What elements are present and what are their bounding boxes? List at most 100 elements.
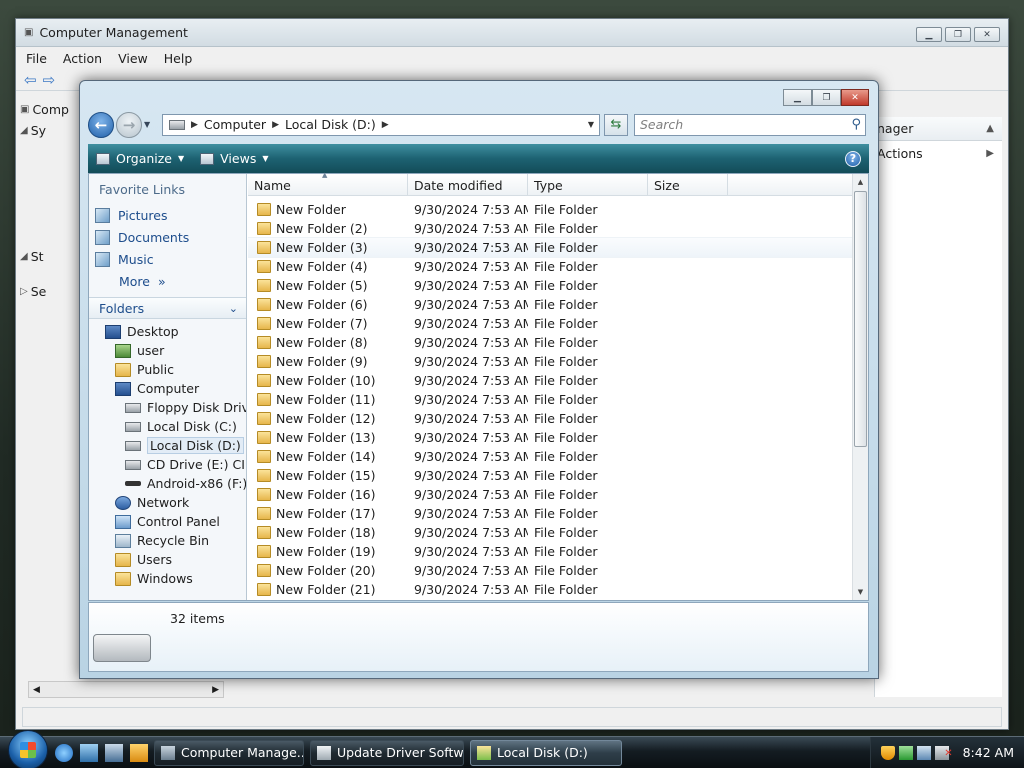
folder-tree-item[interactable]: Recycle Bin — [89, 531, 246, 550]
file-row[interactable]: New Folder (6) 9/30/2024 7:53 AM File Fold… — [248, 295, 852, 314]
file-row[interactable]: New Folder (16) 9/30/2024 7:53 AM File Fol… — [248, 485, 852, 504]
search-input[interactable]: Search ⚲ — [634, 113, 866, 136]
network-icon[interactable] — [916, 745, 931, 760]
breadcrumb-separator-icon[interactable]: ▶ — [272, 120, 279, 130]
views-button[interactable]: Views ▼ — [200, 151, 269, 166]
file-row[interactable]: New Folder (18) 9/30/2024 7:53 AM File Fol… — [248, 523, 852, 542]
switch-windows-icon[interactable] — [105, 743, 123, 762]
column-header-date-modified[interactable]: Date modified — [408, 174, 528, 196]
scroll-left-icon[interactable]: ◀ — [33, 685, 40, 695]
start-button[interactable] — [8, 729, 48, 768]
folder-tree-item[interactable]: Local Disk (C:) — [89, 417, 246, 436]
favorite-pictures[interactable]: Pictures — [89, 204, 246, 226]
folder-tree-item[interactable]: Floppy Disk Drive — [89, 398, 246, 417]
favorite-more[interactable]: More » — [89, 270, 246, 292]
cm-tree-item[interactable]: ◢ Sy — [20, 120, 84, 141]
column-header-size[interactable]: Size — [648, 174, 728, 196]
file-row[interactable]: New Folder (3) 9/30/2024 7:53 AM File Fold… — [248, 237, 852, 258]
breadcrumb-separator-icon[interactable]: ▶ — [191, 120, 198, 130]
file-row[interactable]: New Folder (14) 9/30/2024 7:53 AM File Fol… — [248, 447, 852, 466]
scroll-right-icon[interactable]: ▶ — [212, 685, 219, 695]
file-row[interactable]: New Folder (20) 9/30/2024 7:53 AM File Fol… — [248, 561, 852, 580]
file-row[interactable]: New Folder 9/30/2024 7:53 AM File Folder — [248, 200, 852, 219]
folder-tree-item[interactable]: CD Drive (E:) CIRR — [89, 455, 246, 474]
file-row[interactable]: New Folder (15) 9/30/2024 7:53 AM File Fol… — [248, 466, 852, 485]
clock[interactable]: 8:42 AM — [963, 745, 1014, 760]
folder-tree-item[interactable]: Local Disk (D:) — [89, 436, 246, 455]
file-row[interactable]: New Folder (12) 9/30/2024 7:53 AM File Fol… — [248, 409, 852, 428]
folder-tree-item[interactable]: Public — [89, 360, 246, 379]
file-row[interactable]: New Folder (17) 9/30/2024 7:53 AM File Fol… — [248, 504, 852, 523]
breadcrumb-computer[interactable]: Computer — [204, 117, 266, 132]
cm-minimize-button[interactable]: ▁ — [916, 27, 942, 42]
cm-tree-item[interactable]: ▣ Comp — [20, 99, 84, 120]
maximize-button[interactable]: ❐ — [812, 89, 841, 106]
folder-tree-item[interactable]: Network — [89, 493, 246, 512]
cm-close-button[interactable]: ✕ — [974, 27, 1000, 42]
file-row[interactable]: New Folder (21) 9/30/2024 7:53 AM File Fol… — [248, 580, 852, 599]
breadcrumb-separator-icon[interactable]: ▶ — [382, 120, 389, 130]
file-row[interactable]: New Folder (5) 9/30/2024 7:53 AM File Fold… — [248, 276, 852, 295]
cm-tree-item[interactable]: ▷ Se — [20, 281, 84, 302]
column-header-type[interactable]: Type — [528, 174, 648, 196]
status-check-icon[interactable] — [898, 745, 913, 760]
folder-tree-item[interactable]: Control Panel — [89, 512, 246, 531]
show-desktop-icon[interactable] — [80, 743, 98, 762]
file-row[interactable]: New Folder (7) 9/30/2024 7:53 AM File Fold… — [248, 314, 852, 333]
file-row[interactable]: New Folder (2) 9/30/2024 7:53 AM File Fold… — [248, 219, 852, 238]
scrollbar-thumb[interactable] — [854, 191, 867, 447]
folder-tree-item[interactable]: Users — [89, 550, 246, 569]
favorite-documents[interactable]: Documents — [89, 226, 246, 248]
folder-tree-item[interactable]: user — [89, 341, 246, 360]
help-icon[interactable]: ? — [845, 150, 861, 167]
file-row[interactable]: New Folder (8) 9/30/2024 7:53 AM File Fold… — [248, 333, 852, 352]
cm-horizontal-scrollbar[interactable]: ◀ ▶ — [28, 681, 224, 698]
volume-muted-icon[interactable] — [934, 745, 953, 760]
scroll-up-icon[interactable]: ▲ — [853, 174, 868, 190]
minimize-button[interactable]: ▁ — [783, 89, 812, 106]
explorer-window[interactable]: ▁ ❐ ✕ ← → ▼ ▶ Computer ▶ Local Disk (D:)… — [79, 80, 879, 679]
cm-menu-view[interactable]: View — [118, 51, 148, 66]
security-shield-icon[interactable] — [880, 745, 895, 760]
address-bar[interactable]: ▶ Computer ▶ Local Disk (D:) ▶ ▼ — [162, 113, 600, 136]
taskbar-button-computer-management[interactable]: Computer Manage... — [154, 739, 304, 766]
cm-menu-file[interactable]: File — [26, 51, 47, 66]
file-row[interactable]: New Folder (4) 9/30/2024 7:53 AM File Fold… — [248, 257, 852, 276]
address-dropdown-icon[interactable]: ▼ — [583, 120, 599, 129]
folders-header[interactable]: Folders ⌄ — [89, 297, 246, 319]
cm-maximize-button[interactable]: ❐ — [945, 27, 971, 42]
cm-actions-header[interactable]: nager ▲ — [875, 117, 1002, 141]
cm-back-icon[interactable]: ⇦ — [24, 71, 37, 89]
cm-forward-icon[interactable]: ⇨ — [43, 71, 56, 89]
cm-menu-help[interactable]: Help — [164, 51, 193, 66]
column-header-name[interactable]: ▲ Name — [248, 171, 408, 196]
cm-menu-action[interactable]: Action — [63, 51, 102, 66]
file-row[interactable]: New Folder (19) 9/30/2024 7:53 AM File Fol… — [248, 542, 852, 561]
taskbar-button-local-disk[interactable]: Local Disk (D:) — [470, 739, 622, 766]
file-row[interactable]: New Folder (11) 9/30/2024 7:53 AM File Fol… — [248, 390, 852, 409]
forward-button[interactable]: → — [116, 111, 142, 138]
cm-more-actions[interactable]: Actions ▶ — [875, 141, 1002, 165]
folder-tree-item[interactable]: Desktop — [89, 322, 246, 341]
organize-button[interactable]: Organize ▼ — [96, 151, 184, 166]
close-button[interactable]: ✕ — [841, 89, 869, 106]
vertical-scrollbar[interactable]: ▲ ▼ — [852, 174, 868, 600]
internet-explorer-icon[interactable] — [55, 743, 73, 762]
cm-tree-item[interactable]: ◢ St — [20, 246, 84, 267]
media-player-icon[interactable] — [130, 743, 148, 762]
file-row[interactable]: New Folder (10) 9/30/2024 7:53 AM File Fol… — [248, 371, 852, 390]
taskbar-button-update-driver[interactable]: Update Driver Softw... — [310, 739, 464, 766]
refresh-button[interactable]: ⇆ — [604, 113, 628, 136]
file-row[interactable]: New Folder (9) 9/30/2024 7:53 AM File Fold… — [248, 352, 852, 371]
breadcrumb-local-disk[interactable]: Local Disk (D:) — [285, 117, 376, 132]
folder-tree-item[interactable]: Windows — [89, 569, 246, 588]
folder-tree-item[interactable]: Computer — [89, 379, 246, 398]
scroll-down-icon[interactable]: ▼ — [853, 584, 868, 600]
search-icon[interactable]: ⚲ — [851, 117, 861, 132]
favorite-music[interactable]: Music — [89, 248, 246, 270]
back-button[interactable]: ← — [88, 111, 114, 138]
recent-pages-dropdown[interactable]: ▼ — [144, 120, 156, 129]
cm-titlebar[interactable]: ▣ Computer Management ▁ ❐ ✕ — [16, 19, 1008, 47]
file-row[interactable]: New Folder (13) 9/30/2024 7:53 AM File Fol… — [248, 428, 852, 447]
folder-tree-item[interactable]: Android-x86 (F:) — [89, 474, 246, 493]
